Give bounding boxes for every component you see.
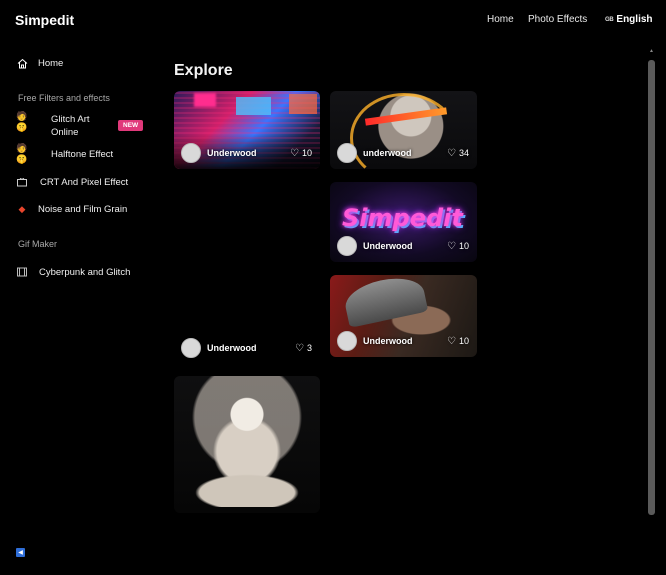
card-footer: Underwood ♡ 3 (181, 338, 312, 358)
section-title-gif: Gif Maker (18, 239, 58, 249)
like-count: 34 (458, 148, 469, 158)
author-name[interactable]: Underwood (363, 336, 447, 346)
neon-light (289, 94, 317, 114)
card-footer: Underwood ♡ 10 (181, 143, 312, 163)
tv-icon (16, 176, 28, 188)
sidebar-item-cyberpunk[interactable]: Cyberpunk and Glitch (16, 266, 130, 278)
heart-icon: ♡ (447, 335, 456, 347)
gallery-card[interactable]: Simpedit Underwood ♡ 10 (330, 182, 477, 262)
sidebar-item-label: Glitch Art Online (51, 114, 90, 138)
sidebar-item-label: Cyberpunk and Glitch (39, 266, 131, 278)
avatar[interactable] (181, 143, 201, 163)
sidebar-item-noise[interactable]: ◆ Noise and Film Grain (16, 203, 128, 215)
language-selector[interactable]: GB English (605, 14, 653, 25)
gallery-card[interactable] (174, 376, 320, 513)
like-count: 10 (458, 336, 469, 346)
heart-icon: ♡ (290, 147, 299, 159)
home-icon (16, 57, 28, 69)
statue-base (186, 471, 308, 507)
author-name[interactable]: Underwood (207, 148, 290, 158)
gb-flag-icon: GB (605, 16, 614, 23)
sidebar-item-label: Noise and Film Grain (38, 203, 128, 215)
heart-icon: ♡ (447, 147, 456, 159)
page-title: Explore (174, 62, 233, 79)
card-footer: Underwood ♡ 10 (337, 331, 469, 351)
heart-icon: ♡ (447, 240, 456, 252)
brand-logo[interactable]: Simpedit (15, 12, 74, 28)
sidebar-item-home[interactable]: Home (16, 57, 63, 69)
like-count: 3 (306, 343, 312, 353)
avatar[interactable] (181, 338, 201, 358)
gallery-card[interactable]: Underwood ♡ 10 (174, 91, 320, 169)
language-label: English (616, 14, 653, 25)
card-footer: underwood ♡ 34 (337, 143, 469, 163)
neon-light (236, 97, 271, 115)
like-button[interactable]: ♡ 10 (447, 336, 469, 347)
neon-light (194, 93, 216, 107)
scroll-up-icon[interactable]: ▲ (649, 48, 654, 54)
like-button[interactable]: ♡ 34 (447, 148, 469, 159)
gallery-card[interactable]: Underwood ♡ 3 (174, 176, 320, 364)
like-button[interactable]: ♡ 10 (447, 241, 469, 252)
sidebar-item-halftone[interactable]: 🧑🤫 Halftone Effect (16, 143, 114, 164)
sidebar-item-crt[interactable]: CRT And Pixel Effect (16, 176, 128, 188)
emoji-faces-icon: 🧑🤫 (16, 143, 28, 164)
author-name[interactable]: Underwood (363, 241, 447, 251)
gallery-card[interactable]: Underwood ♡ 10 (330, 275, 477, 357)
card-footer: Underwood ♡ 10 (337, 236, 469, 256)
avatar[interactable] (337, 331, 357, 351)
film-icon (16, 266, 28, 278)
sidebar: Home Free Filters and effects 🧑🤫 Glitch … (0, 40, 160, 575)
heart-icon: ♡ (295, 342, 304, 354)
author-name[interactable]: underwood (363, 148, 447, 158)
sidebar-item-label: Home (38, 57, 64, 69)
sidebar-item-glitch-art[interactable]: 🧑🤫 Glitch Art Online (16, 111, 90, 139)
like-count: 10 (458, 241, 469, 251)
collapse-sidebar-button[interactable]: ◀ (16, 548, 25, 557)
nav-home-link[interactable]: Home (487, 14, 514, 25)
avatar[interactable] (337, 236, 357, 256)
avatar[interactable] (337, 143, 357, 163)
nav-photo-effects-link[interactable]: Photo Effects (528, 14, 587, 25)
gallery-card[interactable]: underwood ♡ 34 (330, 91, 477, 169)
diamond-icon: ◆ (18, 203, 26, 214)
top-bar: Simpedit Home Photo Effects GB English (0, 0, 666, 40)
like-count: 10 (301, 148, 312, 158)
like-button[interactable]: ♡ 3 (295, 343, 312, 354)
emoji-faces-icon: 🧑🤫 (16, 111, 28, 132)
like-button[interactable]: ♡ 10 (290, 148, 312, 159)
section-title-filters: Free Filters and effects (18, 93, 110, 103)
scrollbar-thumb[interactable] (648, 60, 655, 515)
sidebar-item-label: Halftone Effect (51, 148, 114, 160)
neon-sign-text: Simpedit (342, 204, 463, 232)
arrow-left-icon: ◀ (18, 550, 23, 556)
sidebar-item-label: CRT And Pixel Effect (40, 176, 129, 188)
author-name[interactable]: Underwood (207, 343, 295, 353)
new-badge: NEW (118, 120, 144, 131)
